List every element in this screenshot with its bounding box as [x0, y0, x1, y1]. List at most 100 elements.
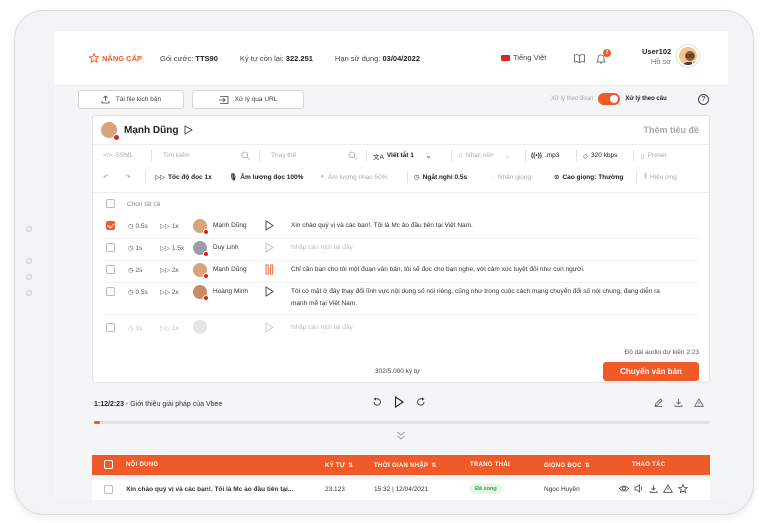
toolbar-divider: [633, 150, 634, 162]
speed-label: Tốc độ đọc 1x: [168, 173, 212, 181]
double-chevron-down-icon[interactable]: [396, 431, 406, 440]
upgrade-link[interactable]: NÂNG CẤP: [89, 53, 142, 63]
speaker-icon[interactable]: [634, 484, 644, 493]
speed-setting[interactable]: ▷▷ 2x: [160, 288, 179, 296]
process-url-button[interactable]: Xử lý qua URL: [192, 90, 304, 109]
book-icon[interactable]: [573, 52, 585, 64]
abbreviation-dropdown[interactable]: 文A Viết tắt 1 ⌄: [373, 151, 431, 161]
sentence-row: ◷ 1s ▷▷ 1.5x Duy Linh Nhập câu mới tại đ…: [93, 239, 709, 257]
sentence-input-placeholder[interactable]: Nhập câu mới tại đây: [291, 322, 696, 334]
voice-avatar[interactable]: [193, 241, 209, 257]
edit-icon[interactable]: [654, 398, 663, 407]
play-icon[interactable]: [394, 396, 404, 408]
processing-mode-toggle[interactable]: Xử lý theo đoạn Xử lý theo câu: [551, 93, 667, 105]
speed-setting[interactable]: ▷▷ 1.5x: [160, 244, 184, 252]
language-selector[interactable]: Tiếng Việt: [501, 53, 546, 62]
col-chars[interactable]: KÝ TỰ ⇅: [325, 462, 353, 470]
sentence-text[interactable]: Xin chào quý vị và các bạn!. Tôi là Mc ả…: [291, 220, 696, 232]
select-all-checkbox[interactable]: [106, 199, 115, 208]
player-title: - Giới thiệu giải pháp của Vbee: [123, 401, 223, 408]
replace-input[interactable]: Thay thế: [271, 152, 296, 159]
col-time[interactable]: THỜI GIAN NHẬP ⇅: [374, 462, 437, 470]
search-icon[interactable]: [241, 151, 250, 160]
replace-icon[interactable]: [348, 151, 357, 160]
voice-avatar[interactable]: [193, 263, 209, 279]
sentence-checkbox[interactable]: [106, 265, 115, 274]
help-icon[interactable]: ?: [698, 94, 709, 105]
pause-setting[interactable]: ◷ 1s: [128, 244, 142, 252]
pause-control[interactable]: ◷ Ngắt nghỉ 0.5s: [414, 173, 467, 182]
search-input[interactable]: Tìm kiếm: [163, 152, 190, 159]
speed-setting[interactable]: ▷▷ 1x: [160, 222, 179, 230]
sentence-checkbox[interactable]: [106, 323, 115, 332]
voice-name[interactable]: Duy Linh: [213, 244, 239, 251]
table-row[interactable]: Xin chào quý vị và các bạn!. Tôi là Mc ả…: [92, 480, 710, 500]
pause-setting[interactable]: ◷ 0.5s: [128, 288, 148, 296]
microphone-icon: 🎙︎: [229, 174, 238, 181]
pause-icon[interactable]: [265, 264, 274, 275]
download-icon[interactable]: [649, 484, 658, 493]
sentence-text[interactable]: Tôi có mặt ở đây thay đổi lĩnh vực nội d…: [291, 286, 696, 310]
pause-setting[interactable]: ◷ 2s: [128, 266, 142, 274]
voice-avatar-placeholder[interactable]: [193, 320, 207, 334]
selected-voice-name[interactable]: Mạnh Dũng: [124, 125, 178, 136]
eye-icon[interactable]: [619, 484, 629, 493]
add-title-input[interactable]: Thêm tiêu đề: [643, 125, 699, 135]
redo-icon[interactable]: ↷: [125, 173, 130, 181]
online-indicator: [692, 60, 697, 65]
audio-format-selector[interactable]: ((•)) .mp3: [531, 152, 559, 159]
play-icon[interactable]: [265, 220, 274, 231]
voice-name[interactable]: Hoàng Minh: [213, 288, 248, 295]
ssml-toggle[interactable]: </> SSML: [103, 152, 133, 159]
sentence-text[interactable]: Chỉ cần bạn cho tôi một đoạn văn bản, tô…: [291, 264, 696, 276]
row-checkbox[interactable]: [104, 485, 113, 494]
user-profile-link[interactable]: Hồ sơ: [642, 57, 671, 66]
convert-text-button[interactable]: Chuyển văn bản: [603, 362, 699, 381]
sentence-checkbox[interactable]: [106, 243, 115, 252]
upload-icon: [101, 95, 110, 104]
speed-setting[interactable]: ▷▷ 1x: [160, 324, 179, 332]
user-avatar[interactable]: [677, 45, 699, 67]
col-voice[interactable]: GIỌNG ĐỌC ⇅: [544, 462, 590, 470]
play-icon[interactable]: [265, 322, 274, 333]
playback-progress-bar[interactable]: [94, 421, 710, 424]
pitch-control[interactable]: ⊙ Cao giọng: Thường: [554, 173, 623, 182]
pause-setting[interactable]: ◷ 1s: [128, 324, 142, 332]
voice-name[interactable]: Mạnh Dũng: [213, 266, 247, 273]
voice-name[interactable]: Mạnh Dũng: [213, 222, 247, 229]
sentence-checkbox[interactable]: [106, 287, 115, 296]
col-time-label: THỜI GIAN NHẬP: [374, 462, 429, 469]
download-icon[interactable]: [674, 398, 683, 407]
speed-setting[interactable]: ▷▷ 2x: [160, 266, 179, 274]
play-icon[interactable]: [265, 286, 274, 297]
background-music-dropdown[interactable]: ♫ Nhạc nền ⌄: [458, 152, 510, 160]
effects-control[interactable]: ⫼ Hiệu ứng: [644, 173, 677, 181]
vn-flag-icon: [113, 134, 120, 141]
reading-volume-control[interactable]: 🎙︎ Âm lượng đọc 100%: [229, 173, 303, 182]
undo-icon[interactable]: ↶: [103, 173, 108, 181]
warning-icon[interactable]: [694, 398, 704, 407]
voice-avatar[interactable]: [193, 285, 209, 301]
reading-speed-control[interactable]: ▷▷ Tốc độ đọc 1x: [155, 173, 212, 182]
upload-script-button[interactable]: Tải file kịch bản: [78, 90, 184, 109]
sentence-checkbox[interactable]: [106, 221, 115, 230]
star-icon[interactable]: [678, 484, 688, 493]
warning-icon[interactable]: [663, 484, 673, 493]
preset-button[interactable]: ▯ Preset: [641, 152, 666, 160]
forward-icon[interactable]: [416, 397, 426, 407]
bell-icon[interactable]: 2: [595, 49, 611, 64]
pause-setting[interactable]: ◷ 0.5s: [128, 222, 148, 230]
sentence-input-placeholder[interactable]: Nhập câu mới tại đây: [291, 242, 696, 254]
voice-avatar[interactable]: [101, 122, 120, 141]
play-icon[interactable]: [184, 125, 194, 135]
play-icon[interactable]: [265, 242, 274, 253]
mode-switch[interactable]: [598, 93, 621, 105]
speed-value: 2x: [171, 289, 179, 296]
voice-avatar[interactable]: [193, 219, 209, 235]
emphasis-control[interactable]: ◌ Nhấn giọng: [491, 174, 531, 181]
music-volume-control[interactable]: 🔈︎ Âm lượng nhạc 50%: [321, 173, 387, 181]
bitrate-selector[interactable]: ◇ 320 kbps: [583, 152, 617, 160]
user-menu[interactable]: User102 Hồ sơ: [642, 47, 671, 66]
rewind-icon[interactable]: [372, 397, 382, 407]
select-all-rows-checkbox[interactable]: [104, 460, 113, 469]
